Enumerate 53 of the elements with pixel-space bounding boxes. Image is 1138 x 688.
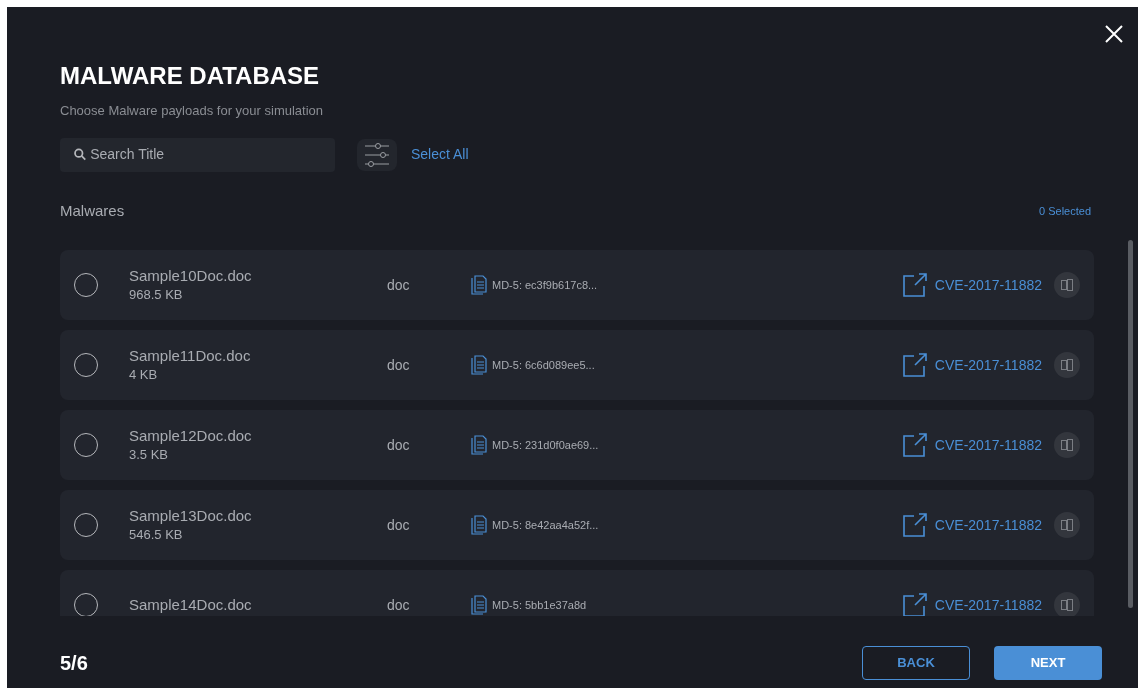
file-name: Sample13Doc.doc [129,506,253,526]
file-type: doc [387,355,411,375]
search-icon [74,148,87,161]
close-button[interactable] [1104,24,1124,44]
malware-row[interactable]: Sample10Doc.doc 968.5 KB doc MD-5: ec3f9b617c8... CVE-2017-11882 [60,250,1094,320]
malware-row[interactable]: Sample14Doc.doc doc MD-5: 5bb1e37a8d CVE-2017-11882 [60,570,1094,616]
filter-button[interactable] [357,138,397,171]
cve-link[interactable]: CVE-2017-11882 [934,274,1042,296]
next-button[interactable]: NEXT [994,646,1102,680]
external-link-icon[interactable] [902,593,927,616]
external-link-icon[interactable] [902,433,927,457]
md5-hash: MD-5: 231d0f0ae69... [492,437,599,453]
md5-hash: MD-5: ec3f9b617c8... [492,277,598,293]
back-button[interactable]: BACK [862,646,970,680]
file-size: 3.5 KB [129,446,170,464]
file-size: 546.5 KB [129,526,184,544]
document-icon [471,355,487,375]
file-name: Sample11Doc.doc [129,346,252,366]
file-type: doc [387,275,411,295]
document-icon [471,515,487,535]
file-type: doc [387,595,411,615]
file-name: Sample14Doc.doc [129,595,253,615]
malware-row[interactable]: Sample11Doc.doc 4 KB doc MD-5: 6c6d089ee5... CVE-2017-11882 [60,330,1094,400]
malware-row[interactable]: Sample12Doc.doc 3.5 KB doc MD-5: 231d0f0ae69... CVE-2017-11882 [60,410,1094,480]
file-type: doc [387,515,411,535]
file-size: 968.5 KB [129,286,184,304]
cve-link[interactable]: CVE-2017-11882 [934,434,1042,456]
document-icon [471,595,487,615]
cve-link[interactable]: CVE-2017-11882 [934,514,1042,536]
md5-hash: MD-5: 6c6d089ee5... [492,357,595,373]
document-icon [471,275,487,295]
dialog-subtitle: Choose Malware payloads for your simulation [60,102,324,120]
external-link-icon[interactable] [902,513,927,537]
file-name: Sample12Doc.doc [129,426,253,446]
md5-hash: MD-5: 8e42aa4a52f... [492,517,599,533]
cve-link[interactable]: CVE-2017-11882 [934,354,1042,376]
selected-count: 0 Selected [1039,203,1091,219]
file-size: 4 KB [129,366,159,384]
file-type: doc [387,435,411,455]
external-link-icon[interactable] [902,273,927,297]
document-icon [471,435,487,455]
select-all-link[interactable]: Select All [411,144,469,165]
scrollbar[interactable] [1128,240,1133,608]
search-bar[interactable]: Search Title [60,137,335,172]
md5-hash: MD-5: 5bb1e37a8d [492,597,587,613]
search-field[interactable]: Search Title [90,144,321,165]
external-link-icon[interactable] [902,353,927,377]
step-counter: 5/6 [60,651,88,676]
list-heading: Malwares [60,200,125,221]
dialog-title: MALWARE DATABASE [60,61,321,91]
file-name: Sample10Doc.doc [129,266,253,286]
malware-row[interactable]: Sample13Doc.doc 546.5 KB doc MD-5: 8e42aa4a52f... CVE-2017-11882 [60,490,1094,560]
cve-link[interactable]: CVE-2017-11882 [934,594,1042,616]
